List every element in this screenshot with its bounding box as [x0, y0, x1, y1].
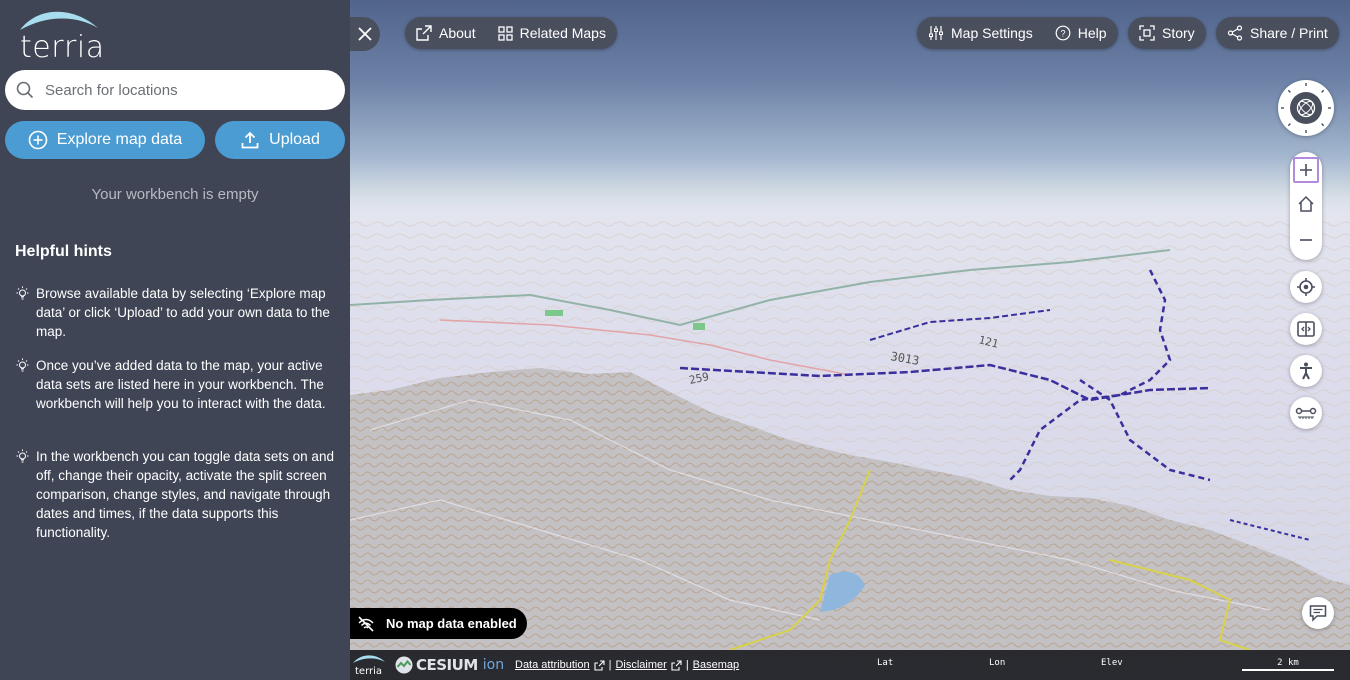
svg-text:terria: terria — [355, 666, 382, 676]
lightbulb-icon — [16, 358, 29, 372]
distance-scale: 2 km — [1242, 658, 1334, 671]
story-button[interactable]: Story — [1128, 17, 1206, 49]
lightbulb-icon — [16, 449, 29, 463]
minus-icon — [1300, 239, 1312, 241]
cesium-text: CESIUM — [416, 656, 478, 674]
elev-readout: Elev — [1101, 658, 1123, 668]
lon-readout: Lon — [989, 658, 1006, 668]
help-icon: ? — [1055, 25, 1071, 41]
hint-text: In the workbench you can toggle data set… — [36, 449, 334, 540]
my-location-button[interactable] — [1290, 271, 1322, 303]
compass-globe[interactable] — [1290, 92, 1322, 124]
no-data-icon — [358, 615, 374, 632]
search-input[interactable] — [45, 70, 335, 110]
terria-logo[interactable]: terria — [18, 8, 104, 65]
pedestrian-mode-button[interactable] — [1290, 355, 1322, 387]
compass-control[interactable] — [1278, 80, 1334, 136]
sliders-icon — [929, 26, 943, 40]
attribution-links: Data attribution | Disclaimer | Basemap — [515, 659, 739, 671]
plus-circle-icon — [28, 130, 48, 150]
settings-help-group: Map Settings ? Help — [917, 17, 1118, 49]
story-icon — [1139, 25, 1155, 41]
workbench-empty-text: Your workbench is empty — [91, 186, 259, 203]
basemap-link[interactable]: Basemap — [693, 659, 739, 671]
share-print-label: Share / Print — [1250, 25, 1328, 41]
measure-icon — [1295, 407, 1317, 419]
hint-item: In the workbench you can toggle data set… — [15, 447, 337, 542]
zoom-control — [1290, 152, 1322, 260]
zoom-out-button[interactable] — [1294, 228, 1318, 252]
help-label: Help — [1077, 25, 1107, 41]
hint-text: Once you’ve added data to the map, your … — [36, 358, 326, 411]
explore-label: Explore map data — [56, 131, 183, 148]
plus-icon — [1300, 164, 1312, 176]
hint-text: Browse available data by selecting ‘Expl… — [36, 286, 330, 339]
ion-text: ion — [482, 657, 505, 673]
home-icon — [1298, 195, 1314, 212]
feedback-button[interactable] — [1302, 597, 1334, 629]
terrain-view[interactable]: 3013 121 259 — [350, 0, 1350, 680]
upload-button[interactable]: Upload — [215, 121, 345, 159]
related-maps-label: Related Maps — [519, 25, 606, 41]
help-button[interactable]: ? Help — [1044, 17, 1118, 49]
search-icon — [16, 81, 34, 99]
separator: | — [685, 659, 689, 671]
reset-view-button[interactable] — [1294, 192, 1318, 216]
external-link-icon — [671, 659, 682, 671]
cesium-icon — [395, 656, 413, 674]
status-bar: terria CESIUM ion Data attribution | Dis… — [350, 650, 1350, 680]
about-related-group: About Related Maps — [405, 17, 617, 49]
disclaimer-link[interactable]: Disclaimer — [615, 659, 666, 671]
globe-icon — [1296, 98, 1316, 118]
helpful-hints-title: Helpful hints — [15, 243, 112, 260]
measure-tool-button[interactable] — [1290, 397, 1322, 429]
map-settings-button[interactable]: Map Settings — [917, 17, 1044, 49]
story-label: Story — [1162, 25, 1195, 41]
scale-bar — [1242, 669, 1334, 671]
location-target-icon — [1297, 278, 1315, 296]
feedback-icon — [1309, 605, 1327, 622]
about-button[interactable]: About — [405, 17, 487, 49]
external-link-icon — [594, 659, 605, 671]
no-map-data-label: No map data enabled — [386, 616, 517, 631]
logo-text: terria — [20, 30, 105, 65]
map-settings-label: Map Settings — [951, 25, 1033, 41]
share-icon — [1227, 25, 1243, 41]
terria-small-logo-icon: terria — [353, 655, 385, 676]
hint-item: Browse available data by selecting ‘Expl… — [15, 284, 337, 341]
cesium-ion-logo[interactable]: CESIUM ion — [394, 655, 504, 675]
grid-icon — [497, 25, 513, 41]
sidebar: terria Explore map data Upload Your work… — [0, 0, 350, 680]
share-group: Share / Print — [1216, 17, 1339, 49]
search-box[interactable] — [5, 70, 345, 110]
related-maps-button[interactable]: Related Maps — [487, 17, 617, 49]
scale-label: 2 km — [1277, 658, 1299, 668]
about-label: About — [439, 25, 476, 41]
hint-item: Once you’ve added data to the map, your … — [15, 356, 337, 413]
no-map-data-indicator: No map data enabled — [350, 608, 527, 639]
explore-map-data-button[interactable]: Explore map data — [5, 121, 205, 159]
share-print-button[interactable]: Share / Print — [1216, 17, 1339, 49]
external-link-icon — [416, 25, 432, 41]
close-icon — [358, 27, 372, 41]
upload-icon — [241, 131, 259, 149]
lat-readout: Lat — [877, 658, 894, 668]
upload-label: Upload — [269, 131, 320, 148]
separator: | — [608, 659, 612, 671]
zoom-in-button[interactable] — [1293, 157, 1319, 183]
person-icon — [1300, 362, 1312, 380]
story-group: Story — [1128, 17, 1206, 49]
svg-text:?: ? — [1060, 29, 1065, 39]
split-icon — [1297, 321, 1315, 337]
split-screen-button[interactable] — [1290, 313, 1322, 345]
lightbulb-icon — [16, 286, 29, 300]
data-attribution-link[interactable]: Data attribution — [515, 659, 590, 671]
map-viewer[interactable]: 3013 121 259 About Related Maps Map Sett… — [350, 0, 1350, 680]
